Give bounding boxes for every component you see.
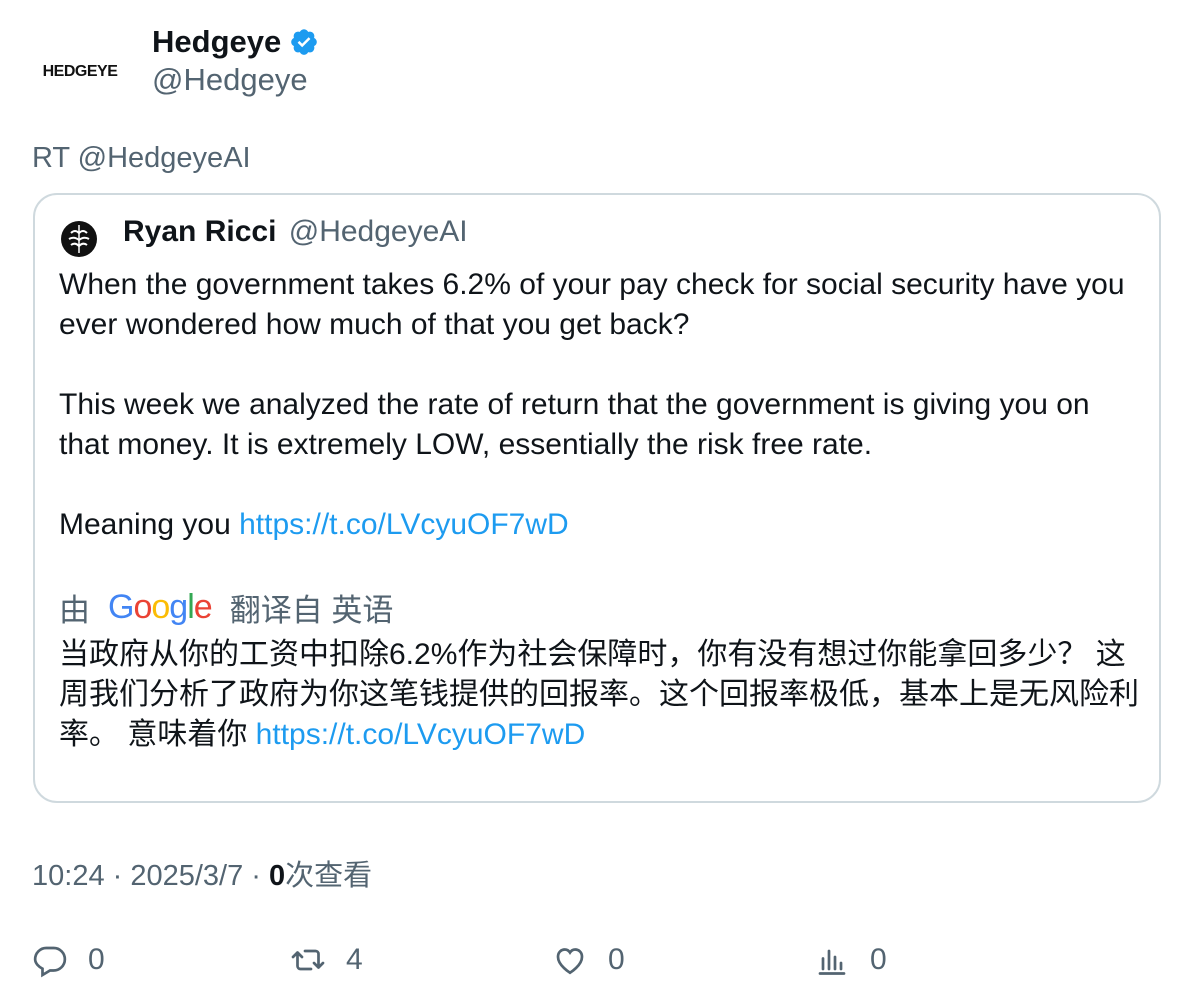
translate-suffix: 翻译自 英语 [229, 592, 394, 628]
quoted-tweet-header: Ryan Ricci @HedgeyeAI [123, 215, 468, 249]
avatar-logo-text: HEDGEYE [42, 63, 118, 80]
quoted-tweet-card[interactable]: Ryan Ricci @HedgeyeAI When the governmen… [33, 193, 1161, 803]
brain-avatar-icon[interactable] [59, 219, 99, 259]
views-button[interactable]: 0 [814, 938, 887, 982]
quoted-paragraph-1: When the government takes 6.2% of your p… [59, 268, 1125, 341]
tweet-date[interactable]: 2025/3/7 [130, 860, 243, 892]
tweet-meta: 10:24 · 2025/3/7 · 0次查看 [32, 852, 372, 894]
translated-text: 当政府从你的工资中扣除6.2%作为社会保障时，你有没有想过你能拿回多少？ 这周我… [59, 635, 1144, 755]
author-name[interactable]: Hedgeye [152, 24, 281, 60]
quoted-author-name[interactable]: Ryan Ricci [123, 215, 276, 248]
like-count: 0 [608, 943, 625, 976]
like-button[interactable]: 0 [552, 938, 625, 982]
quoted-paragraph-3-text: Meaning you [59, 508, 240, 541]
retweet-count: 4 [346, 943, 363, 976]
heart-icon [556, 948, 584, 975]
translate-prefix: 由 [59, 592, 90, 628]
translated-text-body: 当政府从你的工资中扣除6.2%作为社会保障时，你有没有想过你能拿回多少？ 这周我… [59, 638, 1139, 751]
reply-button[interactable]: 0 [32, 938, 105, 982]
retweet-icon [291, 949, 325, 971]
views-action-count: 0 [870, 943, 887, 976]
tweet-time[interactable]: 10:24 [32, 860, 105, 892]
quoted-paragraph-2: This week we analyzed the rate of return… [59, 388, 1090, 461]
author-handle[interactable]: @Hedgeye [152, 62, 308, 98]
views-count: 0 [269, 860, 286, 892]
views-label: 次查看 [285, 860, 373, 892]
google-logo: Google [108, 587, 213, 626]
reply-count: 0 [88, 943, 105, 976]
meta-separator: · [243, 860, 270, 892]
analytics-icon [818, 949, 846, 975]
quoted-author-handle[interactable]: @HedgeyeAI [289, 215, 468, 248]
translation-attribution[interactable]: 由 Google 翻译自 英语 [59, 585, 393, 629]
action-bar: 0 4 0 0 [32, 938, 1162, 982]
reply-icon [33, 946, 67, 978]
quoted-tweet-text: When the government takes 6.2% of your p… [59, 265, 1144, 545]
quoted-tweet-link[interactable]: https://t.co/LVcyuOF7wD [239, 508, 569, 541]
quoted-paragraph-3: Meaning you https://t.co/LVcyuOF7wD [59, 505, 1144, 545]
author-name-row: Hedgeye [152, 22, 319, 62]
retweet-button[interactable]: 4 [290, 938, 363, 982]
author-avatar[interactable]: HEDGEYE [32, 24, 128, 120]
meta-separator: · [104, 860, 131, 892]
retweet-line: RT @HedgeyeAI [32, 142, 251, 174]
translated-link[interactable]: https://t.co/LVcyuOF7wD [256, 718, 586, 751]
verified-badge-icon [291, 29, 318, 55]
